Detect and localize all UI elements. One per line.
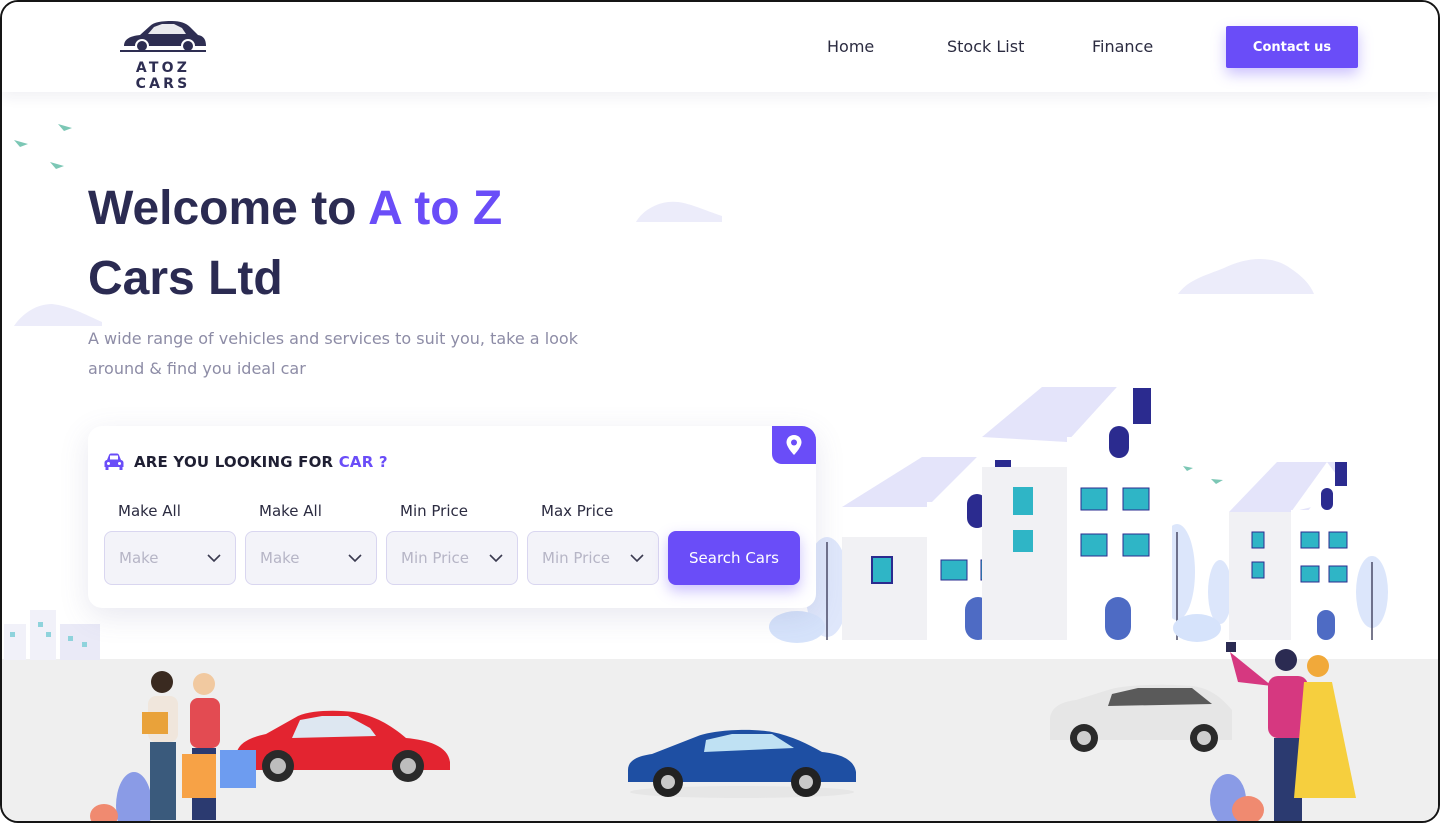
location-pin-icon <box>786 435 802 455</box>
nav-home[interactable]: Home <box>827 37 874 56</box>
chevron-down-icon <box>630 554 644 563</box>
min-price-select[interactable]: Min Price <box>386 531 518 585</box>
location-button[interactable] <box>772 426 816 464</box>
shoppers-red-car-illustration <box>90 671 450 821</box>
search-card-title-prefix: ARE YOU LOOKING FOR <box>134 453 339 471</box>
blue-car-illustration <box>628 729 856 798</box>
search-card: ARE YOU LOOKING FOR CAR ? Make All Make … <box>88 426 816 608</box>
brand-name: ATOZ CARS <box>135 60 191 92</box>
page-frame: ATOZ CARS Home Stock List Finance Contac… <box>0 0 1440 823</box>
birds-decoration <box>14 124 72 169</box>
make-label: Make All <box>118 502 181 520</box>
header: ATOZ CARS Home Stock List Finance Contac… <box>2 2 1438 92</box>
car-icon <box>104 453 124 470</box>
silver-car-couple-illustration <box>1050 642 1356 821</box>
make-select[interactable]: Make <box>104 531 236 585</box>
small-houses-illustration <box>4 610 100 660</box>
search-card-title-accent: CAR ? <box>338 453 388 471</box>
hero-title-suffix: Cars Ltd <box>88 252 283 305</box>
logo-car-icon <box>120 21 206 53</box>
cloud-decoration <box>1178 258 1314 294</box>
max-price-select-value: Min Price <box>542 549 610 567</box>
max-price-select[interactable]: Min Price <box>527 531 659 585</box>
min-price-label: Min Price <box>400 502 468 520</box>
chevron-down-icon <box>207 554 221 563</box>
hero-title-prefix: Welcome to <box>88 182 369 235</box>
max-price-label: Max Price <box>541 502 614 520</box>
make-select[interactable]: Make <box>245 531 377 585</box>
chevron-down-icon <box>489 554 503 563</box>
logo[interactable]: ATOZ CARS <box>106 16 220 92</box>
search-card-title: ARE YOU LOOKING FOR CAR ? <box>134 453 388 471</box>
make-select-value: Make <box>119 549 159 567</box>
nav-stock-list[interactable]: Stock List <box>947 37 1024 56</box>
hero-title-accent: A to Z <box>368 182 503 235</box>
contact-button[interactable]: Contact us <box>1226 26 1358 68</box>
hero-subtitle: A wide range of vehicles and services to… <box>88 329 578 378</box>
nav-finance[interactable]: Finance <box>1092 37 1153 56</box>
houses-illustration <box>769 387 1388 643</box>
search-cars-button[interactable]: Search Cars <box>668 531 800 585</box>
chevron-down-icon <box>348 554 362 563</box>
hero-title: Welcome to A to Z Cars Ltd <box>88 174 648 314</box>
make-label: Make All <box>259 502 322 520</box>
min-price-select-value: Min Price <box>401 549 469 567</box>
make-select-value: Make <box>260 549 300 567</box>
